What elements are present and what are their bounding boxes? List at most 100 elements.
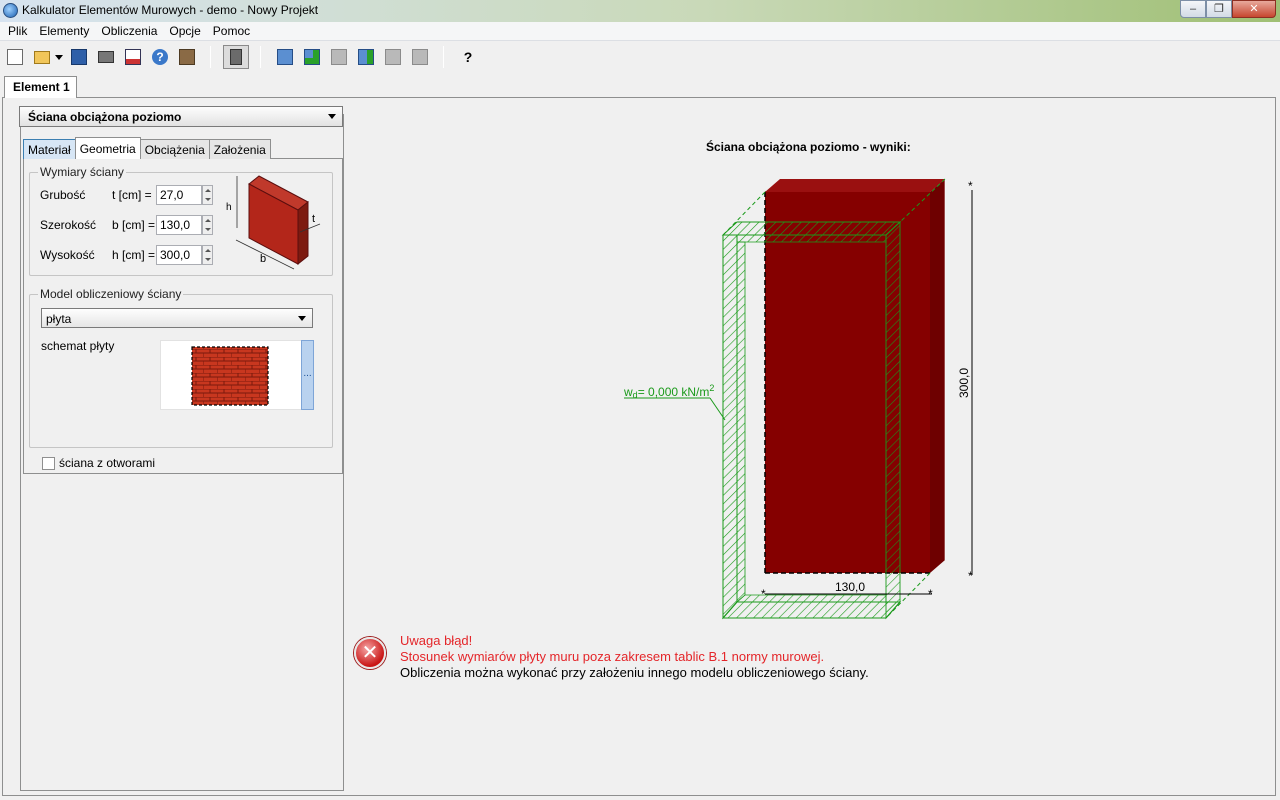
tab-material[interactable]: Materiał: [23, 139, 76, 159]
spin-down-icon[interactable]: [205, 258, 211, 261]
menu-opcje[interactable]: Opcje: [163, 22, 206, 40]
element-type-select[interactable]: Ściana obciążona poziomo: [19, 106, 343, 127]
move-down-button[interactable]: [408, 45, 432, 69]
add-element-icon: [304, 49, 320, 65]
sketch-label-t: t: [312, 213, 315, 225]
tab-element-1[interactable]: Element 1: [4, 76, 77, 98]
thickness-symbol: t [cm] =: [112, 188, 152, 202]
maximize-button[interactable]: ❐: [1206, 0, 1232, 18]
openings-label: ściana z otworami: [59, 456, 156, 470]
width-symbol: b [cm] =: [112, 218, 156, 232]
dimension-tick-icon: *: [968, 179, 973, 193]
height-symbol: h [cm] =: [112, 248, 156, 262]
width-spinner[interactable]: [202, 215, 213, 235]
load-label: wd= 0,000 kN/m2: [623, 383, 714, 400]
wall-sketch-icon: h t b: [226, 175, 321, 270]
spin-up-icon[interactable]: [205, 189, 211, 192]
schema-label: schemat płyty: [41, 339, 115, 353]
tab-obciazenia[interactable]: Obciążenia: [139, 139, 210, 159]
width-input[interactable]: 130,0: [156, 215, 202, 235]
move-up-icon: [385, 49, 401, 65]
close-button[interactable]: ✕: [1232, 0, 1276, 18]
dimension-tick-icon: *: [968, 569, 973, 583]
dimension-tick-icon: *: [928, 587, 933, 601]
brick-plate-icon: [191, 346, 269, 406]
error-message: Stosunek wymiarów płyty muru poza zakres…: [400, 649, 825, 664]
tab-geometria[interactable]: Geometria: [74, 137, 141, 159]
chevron-down-icon: [298, 316, 306, 321]
app-icon[interactable]: [3, 3, 18, 18]
wall-top-face: [765, 179, 945, 192]
print-preview-icon: [125, 49, 141, 65]
wall-side-face: [930, 179, 945, 573]
help-icon: ?: [152, 49, 168, 65]
element-type-value: Ściana obciążona poziomo: [28, 110, 182, 124]
group-legend: Model obliczeniowy ściany: [38, 287, 184, 301]
error-hint: Obliczenia można wykonać przy założeniu …: [400, 665, 869, 680]
new-file-icon: [7, 49, 23, 65]
schema-browse-button[interactable]: ...: [301, 340, 314, 410]
window-controls: – ❐ ✕: [1180, 0, 1276, 18]
delete-element-button[interactable]: [327, 45, 351, 69]
sketch-label-b: b: [260, 253, 266, 265]
spin-up-icon[interactable]: [205, 219, 211, 222]
window-title: Kalkulator Elementów Murowych - demo - N…: [22, 3, 319, 17]
menu-plik[interactable]: Plik: [2, 22, 33, 40]
height-spinner[interactable]: [202, 245, 213, 265]
thickness-spinner[interactable]: [202, 185, 213, 205]
chevron-down-icon: [328, 114, 336, 119]
openings-option[interactable]: ściana z otworami: [42, 456, 155, 470]
height-dimension-label: 300,0: [957, 368, 971, 398]
import-element-button[interactable]: [354, 45, 378, 69]
menu-elementy[interactable]: Elementy: [33, 22, 95, 40]
add-element-button[interactable]: [300, 45, 324, 69]
menu-pomoc[interactable]: Pomoc: [207, 22, 256, 40]
title-bar: Kalkulator Elementów Murowych - demo - N…: [0, 0, 1280, 22]
tab-zalozenia[interactable]: Założenia: [208, 139, 271, 159]
chevron-down-icon: [55, 54, 63, 60]
calculator-button[interactable]: [223, 45, 249, 69]
delete-element-icon: [331, 49, 347, 65]
plate-schema-preview: [160, 340, 302, 410]
model-select-value: płyta: [46, 312, 72, 326]
openings-checkbox[interactable]: [42, 456, 55, 470]
height-input[interactable]: 300,0: [156, 245, 202, 265]
move-down-icon: [412, 49, 428, 65]
print-preview-button[interactable]: [121, 45, 145, 69]
group-legend: Wymiary ściany: [38, 165, 126, 179]
exit-door-icon: [179, 49, 195, 65]
spin-up-icon[interactable]: [205, 249, 211, 252]
spin-down-icon[interactable]: [205, 228, 211, 231]
exit-button[interactable]: [175, 45, 199, 69]
move-up-button[interactable]: [381, 45, 405, 69]
wall-results-drawing: wd= 0,000 kN/m2 * * 300,0 * * 130,0: [623, 178, 973, 620]
whats-this-button[interactable]: ?: [456, 45, 480, 69]
input-tabs: Materiał Geometria Obciążenia Założenia: [23, 137, 271, 159]
thickness-input[interactable]: 27,0: [156, 185, 202, 205]
minimize-button[interactable]: –: [1180, 0, 1206, 18]
error-icon: ✕: [354, 637, 386, 669]
folder-open-icon: [34, 50, 50, 64]
model-select[interactable]: płyta: [41, 308, 313, 328]
open-file-button[interactable]: [30, 45, 54, 69]
menu-obliczenia[interactable]: Obliczenia: [95, 22, 163, 40]
import-element-icon: [358, 49, 374, 65]
printer-icon: [98, 51, 114, 63]
sketch-label-h: h: [226, 202, 232, 213]
open-dropdown-button[interactable]: [54, 45, 64, 69]
results-title: Ściana obciążona poziomo - wyniki:: [706, 140, 911, 154]
toolbar-separator: [443, 46, 444, 68]
window-list-icon: [277, 49, 293, 65]
save-button[interactable]: [67, 45, 91, 69]
menu-bar: Plik Elementy Obliczenia Opcje Pomoc: [0, 22, 1280, 41]
help-button[interactable]: ?: [148, 45, 172, 69]
width-label: Szerokość: [40, 218, 97, 232]
whats-this-icon: ?: [463, 49, 473, 65]
new-file-button[interactable]: [3, 45, 27, 69]
toolbar-separator: [260, 46, 261, 68]
elements-list-button[interactable]: [273, 45, 297, 69]
spin-down-icon[interactable]: [205, 198, 211, 201]
toolbar-separator: [210, 46, 211, 68]
print-button[interactable]: [94, 45, 118, 69]
save-icon: [71, 49, 87, 65]
